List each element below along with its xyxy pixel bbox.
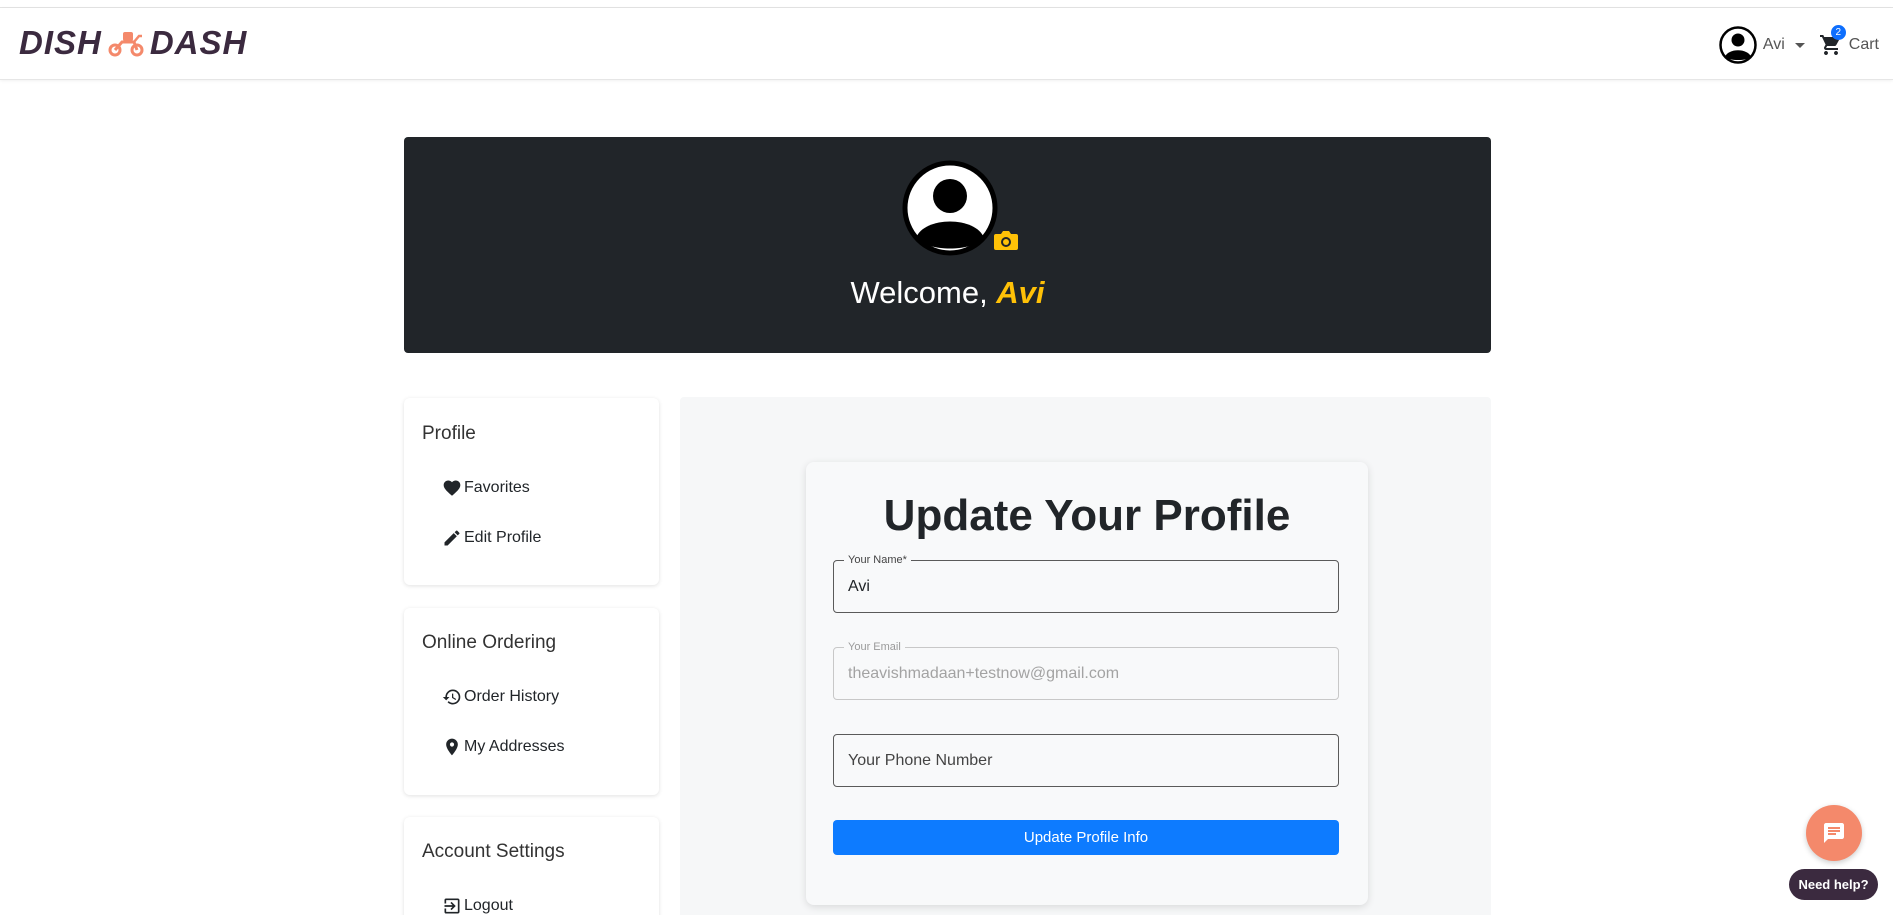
chevron-down-icon [1794, 42, 1805, 48]
sidebar-section-title: Account Settings [422, 841, 565, 862]
phone-field [833, 734, 1339, 787]
need-help-button[interactable]: Need help? [1789, 869, 1878, 900]
sidebar-item-label: My Addresses [464, 738, 565, 755]
pencil-icon [444, 530, 460, 546]
update-profile-button[interactable]: Update Profile Info [833, 820, 1339, 855]
welcome-prefix: Welcome, [850, 275, 997, 310]
location-pin-icon [446, 738, 458, 756]
sidebar-card-account-settings: Account Settings Logout [404, 817, 659, 915]
history-icon [442, 689, 461, 705]
welcome-user-name: Avi [996, 275, 1045, 310]
sidebar-item-edit-profile[interactable]: Edit Profile [442, 528, 541, 548]
sidebar-item-label: Favorites [464, 479, 530, 496]
cart-count-badge: 2 [1830, 25, 1846, 40]
phone-input[interactable] [848, 735, 1328, 786]
form-title: Update Your Profile [883, 491, 1291, 540]
user-avatar-icon [1719, 26, 1757, 64]
dishdash-logo[interactable]: DISH DASH [19, 24, 248, 61]
logo-text-left: DISH [19, 24, 102, 61]
chat-button[interactable] [1806, 805, 1862, 861]
sidebar-item-my-addresses[interactable]: My Addresses [442, 737, 564, 757]
cart-link[interactable]: 2 Cart [1819, 25, 1879, 57]
nav-right: Avi 2 Cart [1719, 25, 1879, 65]
chat-icon [1824, 823, 1844, 843]
sidebar-item-favorites[interactable]: Favorites [442, 478, 530, 498]
navbar: DISH DASH Avi 2 Cart [0, 8, 1893, 80]
scooter-icon [108, 32, 144, 57]
sidebar-section-title: Online Ordering [422, 632, 557, 653]
welcome-banner: Welcome, Avi [404, 137, 1491, 353]
email-field: Your Email [833, 641, 1339, 700]
sidebar-item-logout[interactable]: Logout [442, 896, 513, 915]
camera-icon[interactable] [993, 229, 1019, 251]
sidebar-card-online-ordering: Online Ordering Order History My Address… [404, 608, 659, 795]
welcome-heading: Welcome, Avi [404, 275, 1491, 311]
sidebar-card-profile: Profile Favorites Edit Profile [404, 398, 659, 585]
name-input[interactable] [848, 561, 1328, 612]
heart-icon [443, 480, 461, 496]
logo-text-right: DASH [149, 24, 248, 61]
logout-icon [444, 898, 460, 914]
user-name: Avi [1762, 36, 1785, 53]
cart-label: Cart [1848, 36, 1879, 53]
user-menu-dropdown[interactable]: Avi [1719, 26, 1805, 64]
sidebar-section-title: Profile [422, 423, 476, 444]
sidebar-item-label: Logout [464, 897, 513, 914]
sidebar-item-label: Order History [464, 688, 560, 705]
update-profile-form: Update Your Profile Your Name* Your Emai… [806, 462, 1368, 905]
profile-avatar-icon [902, 160, 998, 256]
name-field: Your Name* [833, 554, 1339, 613]
sidebar-item-label: Edit Profile [464, 529, 542, 546]
browser-top-strip [0, 0, 1893, 8]
sidebar-item-order-history[interactable]: Order History [442, 687, 559, 707]
email-input [848, 648, 1328, 699]
